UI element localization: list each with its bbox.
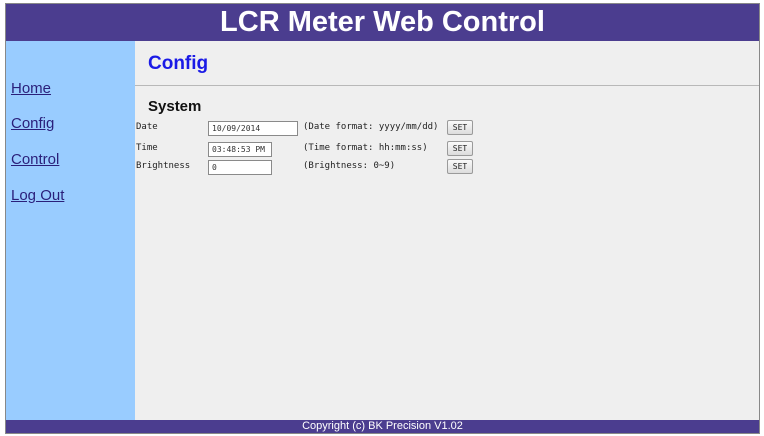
date-input[interactable]: [208, 121, 298, 136]
nav-link-config[interactable]: Config: [11, 115, 54, 132]
app-window: LCR Meter Web Control Home Config Contro…: [5, 3, 760, 434]
title-divider: [135, 85, 759, 86]
nav-link-control[interactable]: Control: [11, 151, 59, 168]
brightness-input[interactable]: [208, 160, 272, 175]
brightness-set-button[interactable]: SET: [447, 159, 473, 174]
time-label: Time: [136, 143, 158, 153]
date-label: Date: [136, 122, 158, 132]
main-content: Config System Date (Date format: yyyy/mm…: [135, 41, 759, 422]
footer: Copyright (c) BK Precision V1.02: [6, 420, 759, 433]
copyright-text: Copyright (c) BK Precision V1.02: [302, 420, 463, 432]
page-title: Config: [148, 53, 209, 74]
date-format-hint: (Date format: yyyy/mm/dd): [303, 122, 439, 132]
nav-link-logout[interactable]: Log Out: [11, 187, 64, 204]
brightness-range-hint: (Brightness: 0~9): [303, 161, 396, 171]
app-header: LCR Meter Web Control: [6, 4, 759, 41]
time-input[interactable]: [208, 142, 272, 157]
brightness-label: Brightness: [136, 161, 191, 171]
date-set-button[interactable]: SET: [447, 120, 473, 135]
nav-link-home[interactable]: Home: [11, 80, 51, 97]
time-set-button[interactable]: SET: [447, 141, 473, 156]
app-title: LCR Meter Web Control: [220, 6, 545, 38]
sidebar: Home Config Control Log Out: [6, 41, 135, 422]
section-title-system: System: [148, 98, 202, 115]
time-format-hint: (Time format: hh:mm:ss): [303, 143, 428, 153]
